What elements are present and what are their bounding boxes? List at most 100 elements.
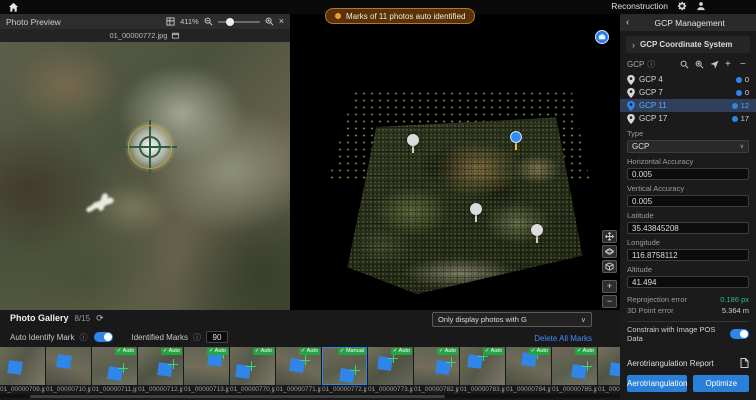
delete-all-marks-link[interactable]: Delete All Marks [534, 334, 592, 343]
gcp-map-pin[interactable] [531, 224, 543, 243]
application-window: Reconstruction Marks of 11 photos auto i… [0, 0, 756, 400]
constrain-pos-row: Constrain with Image POS Data [620, 327, 756, 341]
camera-view-button[interactable] [595, 30, 609, 44]
select-caret-icon: ∨ [740, 143, 744, 150]
gallery-scrollbar[interactable] [0, 394, 620, 398]
horizontal-accuracy-field: Horizontal Accuracy [620, 157, 756, 180]
pan-tool-icon[interactable] [602, 230, 617, 243]
gcp-list-item[interactable]: GCP 70 [620, 86, 756, 99]
zoom-slider[interactable] [218, 21, 260, 23]
gcp-map-pin[interactable] [407, 134, 419, 153]
type-label: Type [627, 129, 749, 138]
thumbnail-image: ✓ Auto [368, 347, 413, 385]
locate-gcp-icon[interactable] [695, 60, 704, 69]
thumbnail-image: ✓ Manual [322, 347, 367, 385]
zoom-in-button[interactable]: + [602, 280, 617, 293]
gcp-pin-icon [627, 75, 635, 85]
gcp-tarp-shape [7, 360, 23, 375]
gcp-mark-count: 12 [741, 101, 749, 110]
viewport-tool-stack: + − [602, 230, 617, 308]
type-select[interactable]: GCP ∨ [627, 140, 749, 153]
gcp-name: GCP 7 [639, 88, 663, 97]
add-gcp-icon[interactable]: + [725, 60, 734, 69]
coordinate-system-label: GCP Coordinate System [640, 40, 732, 49]
horizontal-accuracy-input[interactable] [627, 168, 749, 180]
photo-preview-title: Photo Preview [6, 17, 61, 27]
gcp-list-item[interactable]: GCP 1717 [620, 112, 756, 125]
toast-notification: Marks of 11 photos auto identified [325, 8, 475, 24]
gallery-thumbnail[interactable]: ✓ Auto01_00000713.jpg [184, 347, 229, 394]
gcp-tarp-shape [56, 354, 72, 369]
altitude-input[interactable] [627, 276, 749, 288]
zoom-out-magnifier-icon[interactable] [204, 17, 213, 26]
home-icon[interactable] [8, 2, 19, 13]
gcp-pin-icon [627, 101, 635, 111]
zoom-out-button[interactable]: − [602, 295, 617, 308]
auto-identify-toggle[interactable] [94, 332, 113, 342]
gallery-thumbnail[interactable]: 01_00000786.jpg [598, 347, 620, 394]
thumbnail-filename: 01_00000785.jpg [552, 386, 597, 393]
identified-marks-label: Identified Marks [131, 333, 187, 342]
mark-status-badge: ✓ Auto [299, 348, 320, 355]
gcp-list-item[interactable]: GCP 40 [620, 73, 756, 86]
gallery-thumbnail[interactable]: ✓ Manual01_00000772.jpg [322, 347, 367, 394]
vertical-accuracy-input[interactable] [627, 195, 749, 207]
gcp-map-pin[interactable] [470, 203, 482, 222]
gcp-mark-crosshair-icon [168, 359, 178, 369]
user-account-icon[interactable] [696, 1, 706, 11]
gallery-thumbnail[interactable]: ✓ Auto01_00000783.jpg [460, 347, 505, 394]
gallery-thumbnail[interactable]: ✓ Auto01_00000784.jpg [506, 347, 551, 394]
gallery-thumbnail[interactable]: ✓ Auto01_00000712.jpg [138, 347, 183, 394]
photo-preview-image[interactable] [0, 42, 290, 310]
mark-count-dot-icon [732, 116, 738, 122]
divider [627, 321, 749, 322]
view-mode-cube-icon[interactable] [602, 260, 617, 273]
gallery-thumbnail[interactable]: 01_00000710.jpg [46, 347, 91, 394]
gallery-thumbnail[interactable]: ✓ Auto01_00000771.jpg [276, 347, 321, 394]
gcp-name: GCP 11 [639, 101, 667, 110]
gallery-thumbnail[interactable]: ✓ Auto01_00000773.jpg [368, 347, 413, 394]
import-gcp-icon[interactable] [710, 60, 719, 69]
orbit-tool-icon[interactable] [602, 245, 617, 258]
gcp-name: GCP 17 [639, 114, 667, 123]
auto-identify-label: Auto Identify Mark [10, 333, 74, 342]
aerotriangulation-button[interactable]: Aerotriangulation [627, 375, 687, 392]
longitude-input[interactable] [627, 249, 749, 261]
zoom-in-magnifier-icon[interactable] [265, 17, 274, 26]
gcp-mark-crosshair-icon [300, 355, 310, 365]
settings-gear-icon[interactable] [677, 1, 687, 11]
identified-marks-input[interactable] [206, 331, 228, 343]
gcp-coordinate-system-row[interactable]: › GCP Coordinate System [626, 36, 750, 53]
gallery-thumbnail[interactable]: 01_00000709.jpg [0, 347, 45, 394]
gallery-thumbnail[interactable]: ✓ Auto01_00000782.jpg [414, 347, 459, 394]
open-file-icon[interactable] [171, 31, 180, 40]
close-preview-icon[interactable]: × [279, 17, 284, 26]
gcp-map-pin-selected[interactable] [510, 131, 522, 150]
thumbnail-image [46, 347, 91, 385]
gallery-thumbnail[interactable]: ✓ Auto01_00000785.jpg [552, 347, 597, 394]
zoom-slider-knob[interactable] [226, 18, 234, 26]
gcp-info-icon[interactable]: ⓘ [647, 59, 655, 70]
identified-marks-info-icon[interactable]: ⓘ [193, 332, 201, 343]
thumbnail-image: ✓ Auto [184, 347, 229, 385]
gallery-filter-dropdown[interactable]: Only display photos with G ∨ [432, 312, 592, 327]
optimize-button[interactable]: Optimize [693, 375, 749, 392]
auto-identify-info-icon[interactable]: ⓘ [79, 332, 87, 343]
remove-gcp-icon[interactable]: − [740, 60, 749, 69]
refresh-gallery-icon[interactable]: ⟳ [96, 314, 104, 323]
mark-count-dot-icon [736, 90, 742, 96]
gcp-panel-header: ‹ GCP Management [620, 14, 756, 31]
gallery-thumbnail[interactable]: ✓ Auto01_00000770.jpg [230, 347, 275, 394]
gallery-thumbnail[interactable]: ✓ Auto01_00000711.jpg [92, 347, 137, 394]
latitude-input[interactable] [627, 222, 749, 234]
thumbnail-image: ✓ Auto [460, 347, 505, 385]
gcp-list-item[interactable]: GCP 11 12 [620, 99, 756, 112]
gallery-scrollbar-thumb[interactable] [30, 395, 445, 398]
3d-reconstruction-viewport[interactable]: + − [290, 14, 620, 310]
gcp-mark-count: 0 [745, 75, 749, 84]
gcp-mark-crosshair-icon [582, 361, 592, 371]
search-gcp-icon[interactable] [680, 60, 689, 69]
error-metrics: Reprojection error 0.186 px 3D Point err… [620, 294, 756, 316]
constrain-toggle[interactable] [730, 329, 749, 339]
report-document-icon[interactable] [740, 358, 749, 368]
